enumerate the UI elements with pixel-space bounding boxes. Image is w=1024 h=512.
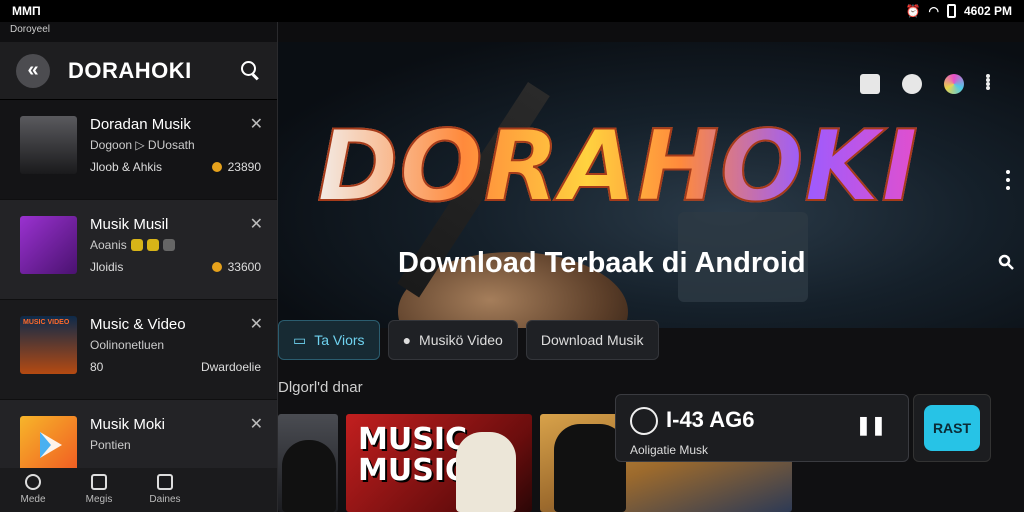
drawer-bottom-nav: Mede Megis Daines	[0, 468, 277, 512]
profile-icon[interactable]	[944, 74, 964, 94]
grid-menu-icon[interactable]	[986, 74, 1006, 94]
list-item[interactable]: MUSIC VIDEO Music & Video Oolinonetluen …	[0, 300, 277, 400]
album-cover: MUSIC VIDEO	[20, 316, 77, 374]
person-icon: ●	[402, 332, 412, 348]
close-icon[interactable]: ✕	[250, 114, 263, 134]
pause-button[interactable]: ❚❚	[856, 415, 886, 436]
nav-item-home[interactable]: Mede	[0, 468, 66, 512]
speaker-icon[interactable]	[860, 74, 880, 94]
library-icon	[157, 474, 173, 490]
next-button-container: RAST	[913, 394, 991, 462]
drawer-title: DORAHOKI	[68, 57, 192, 83]
status-bar: ΜΜΠ ⏰ ◠ 4602 PM	[0, 0, 1024, 22]
hero-banner[interactable]: DORAHOKI Download Terbaak di Android	[278, 42, 1024, 328]
disc-icon	[630, 407, 658, 435]
drawer-header: « DORAHOKI	[0, 42, 277, 100]
tv-icon: ▭	[293, 331, 307, 348]
home-icon	[25, 474, 41, 490]
section-label: Dlgorl'd dnar	[278, 379, 363, 396]
status-left-text: ΜΜΠ	[12, 4, 41, 18]
tab-music-video[interactable]: ● Musikö Video	[387, 320, 518, 360]
nav-item-megis[interactable]: Megis	[66, 468, 132, 512]
cover-text: MUSIC VIDEO	[23, 319, 70, 326]
player-title: I-43 AG6	[666, 407, 755, 432]
next-button[interactable]: RAST	[924, 405, 980, 451]
thumbnail[interactable]	[278, 414, 338, 512]
album-cover	[20, 216, 77, 274]
close-icon[interactable]: ✕	[250, 314, 263, 334]
hero-subtitle: Download Terbaak di Android	[398, 247, 806, 279]
hero-title: DORAHOKI	[308, 109, 928, 225]
arrow-left-icon: «	[27, 59, 39, 81]
album-cover	[20, 116, 77, 174]
list-item[interactable]: Musik Musil Aoanis Jloidis 33600 ✕	[0, 200, 277, 300]
category-tabs: ▭ Ta Viors ● Musikö Video Download Musik	[278, 320, 659, 360]
back-button[interactable]: «	[16, 53, 50, 88]
tab-download-music[interactable]: Download Musik	[525, 320, 659, 360]
search-icon[interactable]	[998, 254, 1014, 270]
close-icon[interactable]: ✕	[250, 414, 263, 434]
drawer-caption: Doroyeel	[0, 22, 277, 42]
alarm-icon: ⏰	[905, 4, 921, 18]
notification-icon[interactable]	[902, 74, 922, 94]
mini-player[interactable]: I-43 AG6 Aoligatie Musk ❚❚	[615, 394, 909, 462]
player-subtitle: Aoligatie Musk	[630, 443, 709, 457]
close-icon[interactable]: ✕	[250, 214, 263, 234]
search-icon[interactable]	[241, 60, 261, 81]
nav-item-daines[interactable]: Daines	[132, 468, 198, 512]
hero-toolbar	[860, 74, 1006, 94]
thumbnail[interactable]: MUSIC MUSIO	[346, 414, 532, 512]
clock: 4602 PM	[963, 4, 1012, 18]
tab-videos[interactable]: ▭ Ta Viors	[278, 320, 380, 360]
coin-icon	[211, 162, 222, 172]
tag-icon	[91, 474, 107, 490]
battery-icon	[946, 4, 956, 18]
play-store-icon	[20, 416, 77, 474]
coin-icon	[211, 262, 222, 272]
wifi-icon: ◠	[928, 4, 939, 18]
side-drawer: Doroyeel « DORAHOKI Doradan Musik Dogoon…	[0, 22, 278, 512]
list-item[interactable]: Doradan Musik Dogoon ▷ DUosath Jloob & A…	[0, 100, 277, 200]
more-options-icon[interactable]	[1006, 170, 1010, 190]
